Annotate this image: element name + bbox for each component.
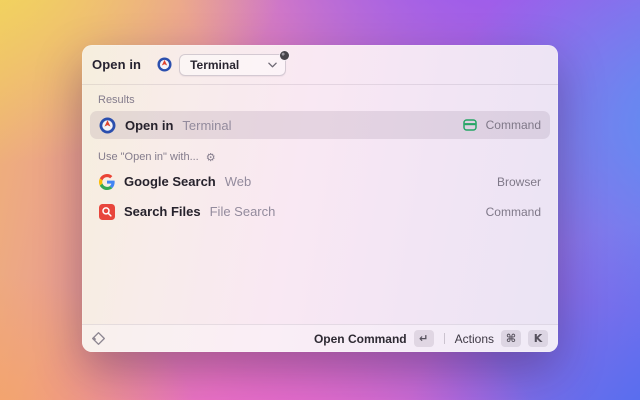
argument-dropdown-value: Terminal bbox=[190, 57, 240, 72]
open-in-app-icon bbox=[99, 117, 116, 134]
actions-button[interactable]: Actions bbox=[455, 332, 494, 346]
list-item-title: Search Files bbox=[124, 204, 201, 219]
desktop-background: Open in Terminal Results Open in Termina… bbox=[0, 0, 640, 400]
open-in-app-icon bbox=[157, 57, 172, 72]
raycast-logo-icon bbox=[91, 331, 106, 346]
section-results-label: Results bbox=[98, 94, 135, 106]
command-title: Open in bbox=[92, 57, 142, 72]
argument-dropdown[interactable]: Terminal bbox=[179, 50, 290, 76]
list-item-subtitle: Web bbox=[224, 174, 252, 189]
command-header: Open in Terminal bbox=[82, 45, 558, 85]
list-item-subtitle: Terminal bbox=[182, 117, 232, 133]
footer-divider bbox=[443, 333, 445, 344]
terminal-window-icon bbox=[462, 118, 477, 132]
dropdown-notification-badge bbox=[280, 50, 290, 60]
list-item-title: Open in bbox=[125, 117, 174, 133]
section-use-with: Use "Open in" with... ⚙ bbox=[90, 142, 550, 168]
list-item-title: Google Search bbox=[124, 174, 216, 189]
return-key-icon: ↵ bbox=[413, 330, 434, 347]
google-icon bbox=[99, 173, 115, 190]
file-search-icon bbox=[99, 203, 115, 220]
list-item-open-in[interactable]: Open in Terminal Command bbox=[90, 111, 550, 139]
list-item-accessory: Browser bbox=[496, 174, 541, 189]
launcher-window: Open in Terminal Results Open in Termina… bbox=[82, 45, 558, 352]
list-item-google-search[interactable]: Google Search Web Browser bbox=[90, 168, 550, 195]
list-item-subtitle: File Search bbox=[209, 204, 276, 219]
gear-icon[interactable]: ⚙ bbox=[206, 152, 216, 163]
section-results: Results bbox=[90, 85, 550, 111]
chevron-down-icon bbox=[268, 62, 277, 68]
primary-action-label[interactable]: Open Command bbox=[314, 332, 407, 346]
action-bar: Open Command ↵ Actions ⌘ K bbox=[82, 324, 558, 352]
list-item-accessory: Command bbox=[485, 118, 541, 132]
cmd-key-icon: ⌘ bbox=[501, 330, 521, 347]
list-item-accessory: Command bbox=[485, 204, 541, 219]
list-item-search-files[interactable]: Search Files File Search Command bbox=[90, 198, 550, 225]
section-use-with-label: Use "Open in" with... bbox=[98, 151, 199, 163]
results-list: Results Open in Terminal Command Use "Op… bbox=[82, 85, 558, 324]
k-key-icon: K bbox=[528, 330, 548, 347]
